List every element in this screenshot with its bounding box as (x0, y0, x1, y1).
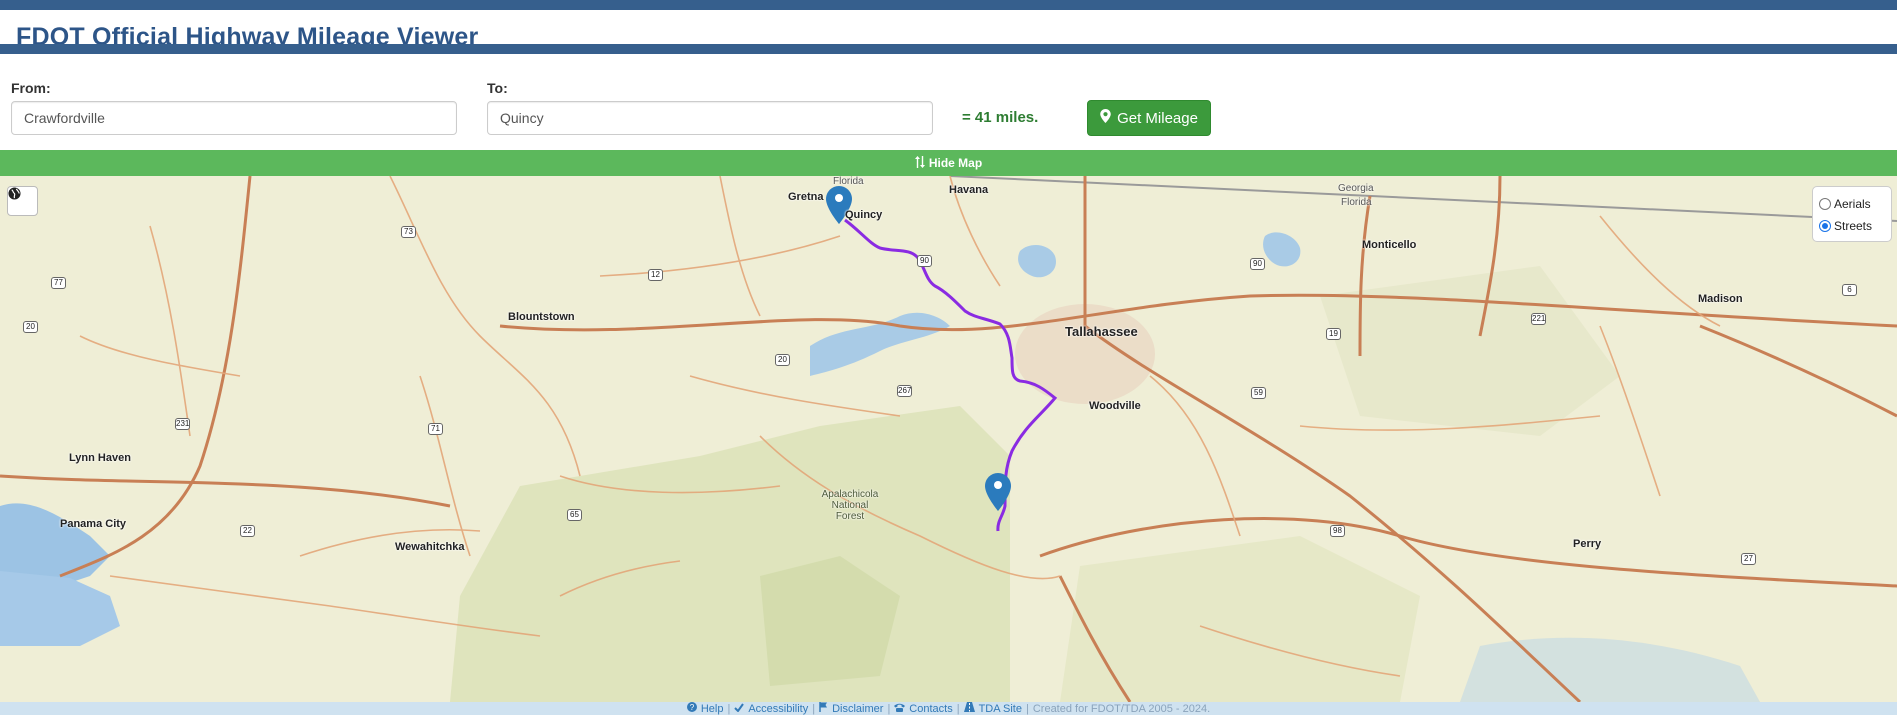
get-mileage-label: Get Mileage (1117, 109, 1198, 127)
layer-option-aerials[interactable]: Aerials (1819, 193, 1885, 215)
hide-map-label: Hide Map (928, 156, 983, 170)
road-shield: 6 (1842, 284, 1857, 296)
map-label-florida: Florida (833, 176, 864, 187)
road-shield: 71 (428, 423, 443, 435)
svg-text:?: ? (690, 703, 695, 712)
disclaimer-link[interactable]: Disclaimer (832, 703, 883, 715)
map-label-panama-city: Panama City (60, 518, 127, 530)
map-label-blountstown: Blountstown (508, 311, 575, 323)
mileage-form: From: Crawfordville To: Quincy = 41 mile… (0, 54, 1897, 150)
help-link[interactable]: Help (701, 703, 724, 715)
header: FDOT Official Highway Mileage Viewer (0, 10, 1897, 51)
map-marker-icon (1100, 109, 1111, 127)
map-label-forest: Apalachicola National Forest (821, 489, 879, 522)
layer-option-streets[interactable]: Streets (1819, 215, 1885, 237)
road-shield: 77 (51, 277, 66, 289)
flag-icon (819, 702, 828, 715)
road-shield: 59 (1251, 387, 1266, 399)
map-label-wewahitchka: Wewahitchka (395, 541, 465, 553)
header-bottom-stripe (0, 44, 1897, 54)
map-basemap (0, 176, 1897, 702)
road-shield: 221 (1531, 313, 1546, 325)
basemap-layer-switcher: Aerials Streets (1812, 186, 1892, 242)
map-label-havana: Havana (949, 184, 989, 196)
to-label: To: (487, 80, 508, 96)
accessibility-link[interactable]: Accessibility (748, 703, 808, 715)
map-label-madison: Madison (1698, 293, 1743, 305)
map-label-perry: Perry (1573, 538, 1602, 550)
aerials-label: Aerials (1834, 197, 1871, 211)
road-shield: 231 (175, 418, 190, 430)
basemap-toggle-button[interactable] (7, 186, 38, 216)
road-shield: 12 (648, 269, 663, 281)
road-shield: 19 (1326, 328, 1341, 340)
tda-site-link[interactable]: TDA Site (979, 703, 1022, 715)
road-shield: 90 (917, 255, 932, 267)
map-label-monticello: Monticello (1362, 239, 1417, 251)
map-label-quincy: Quincy (845, 209, 883, 221)
checkmark-icon (734, 702, 745, 715)
to-input[interactable]: Quincy (487, 101, 933, 135)
road-shield: 267 (897, 385, 912, 397)
streets-radio[interactable] (1819, 220, 1831, 232)
map-label-lynn-haven: Lynn Haven (69, 452, 131, 464)
footer: ? Help | Accessibility | Disclaimer | Co… (0, 702, 1897, 715)
map-label-tallahassee: Tallahassee (1065, 324, 1138, 339)
streets-label: Streets (1834, 219, 1873, 233)
road-shield: 65 (567, 509, 582, 521)
header-top-stripe (0, 0, 1897, 10)
road-shield: 20 (23, 321, 38, 333)
question-circle-icon: ? (686, 702, 697, 715)
road-shield: 20 (775, 354, 790, 366)
road-shield: 90 (1250, 258, 1265, 270)
road-shield: 98 (1330, 525, 1345, 537)
contacts-link[interactable]: Contacts (909, 703, 952, 715)
footer-credit: Created for FDOT/TDA 2005 - 2024. (1032, 702, 1211, 715)
sort-arrows-icon (914, 155, 925, 171)
mileage-result: = 41 miles. (962, 109, 1039, 126)
map-view[interactable]: Florida Georgia Florida Gretna Quincy Ha… (0, 176, 1897, 702)
map-label-florida-state: Florida (1341, 197, 1372, 208)
hide-map-toggle[interactable]: Hide Map (0, 150, 1897, 176)
road-shield: 22 (240, 525, 255, 537)
aerials-radio[interactable] (1819, 198, 1831, 210)
map-label-woodville: Woodville (1089, 400, 1141, 412)
road-icon (963, 702, 975, 715)
phone-icon (894, 703, 906, 715)
road-shield: 27 (1741, 553, 1756, 565)
get-mileage-button[interactable]: Get Mileage (1087, 100, 1211, 136)
from-label: From: (11, 80, 51, 96)
road-shield: 73 (401, 226, 416, 238)
map-label-gretna: Gretna (788, 191, 824, 203)
map-label-georgia: Georgia (1338, 183, 1374, 194)
from-input[interactable]: Crawfordville (11, 101, 457, 135)
